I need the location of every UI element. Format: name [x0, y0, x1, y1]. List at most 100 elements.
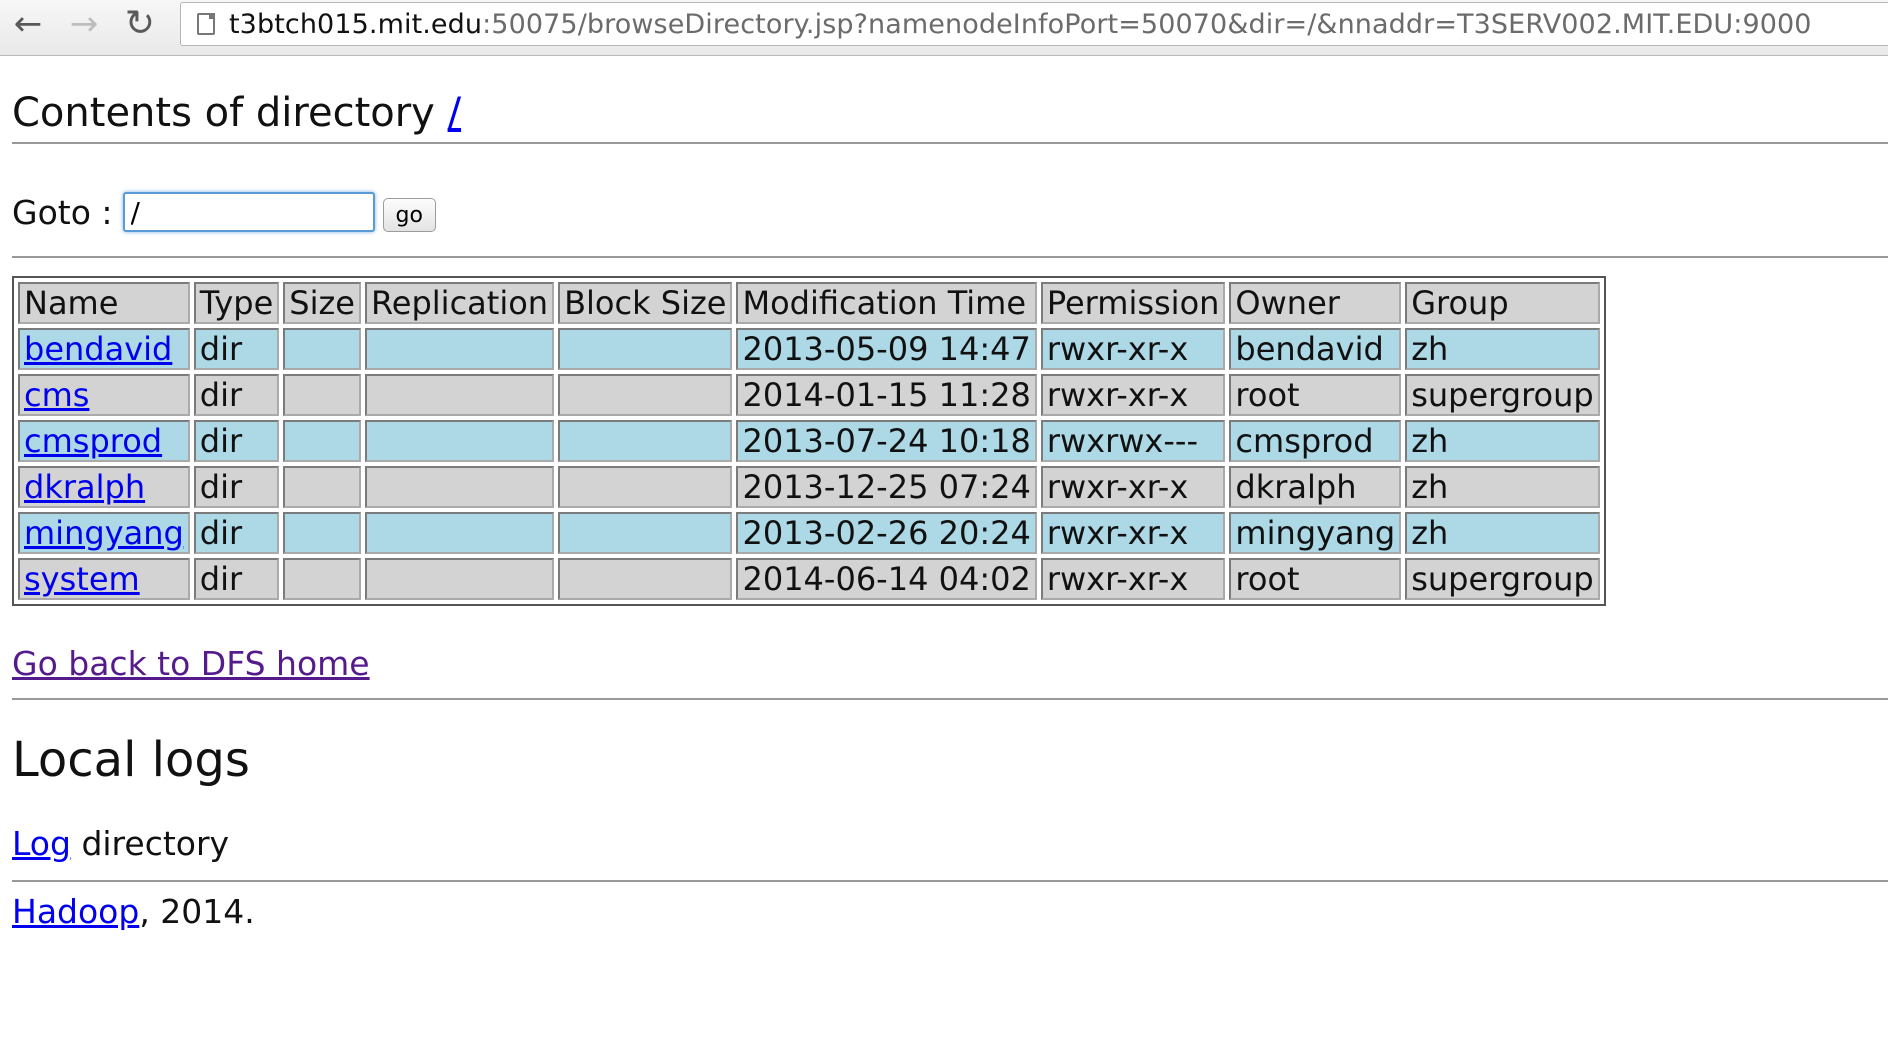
url-host: t3btch015.mit.edu: [229, 8, 483, 40]
divider: [12, 142, 1888, 144]
cell-group: zh: [1405, 466, 1600, 508]
cell-permission: rwxr-xr-x: [1040, 558, 1226, 600]
cell-type: dir: [193, 558, 280, 600]
dfs-home-link[interactable]: Go back to DFS home: [12, 644, 370, 683]
cell-group: zh: [1405, 512, 1600, 554]
cell-block-size: [558, 466, 733, 508]
cell-block-size: [558, 374, 733, 416]
cell-group: supergroup: [1405, 374, 1600, 416]
table-row: system dir 2014-06-14 04:02 rwxr-xr-x ro…: [18, 558, 1600, 600]
cell-type: dir: [193, 420, 280, 462]
cell-group: zh: [1405, 328, 1600, 370]
goto-input[interactable]: [122, 192, 375, 232]
cell-permission: rwxr-xr-x: [1040, 328, 1226, 370]
column-header-type: Type: [193, 282, 280, 324]
cell-block-size: [558, 558, 733, 600]
cell-type: dir: [193, 328, 280, 370]
cell-modification-time: 2014-06-14 04:02: [736, 558, 1037, 600]
cell-group: supergroup: [1405, 558, 1600, 600]
local-logs-heading: Local logs: [12, 732, 250, 788]
divider: [12, 256, 1888, 258]
cell-owner: root: [1229, 558, 1402, 600]
hadoop-link[interactable]: Hadoop: [12, 892, 139, 931]
back-arrow-icon[interactable]: ←: [8, 4, 48, 44]
table-row: bendavid dir 2013-05-09 14:47 rwxr-xr-x …: [18, 328, 1600, 370]
cell-modification-time: 2013-05-09 14:47: [736, 328, 1037, 370]
cell-modification-time: 2014-01-15 11:28: [736, 374, 1037, 416]
table-row: cmsprod dir 2013-07-24 10:18 rwxrwx--- c…: [18, 420, 1600, 462]
column-header-name: Name: [18, 282, 190, 324]
page-icon: [197, 13, 215, 35]
root-dir-link[interactable]: /: [448, 90, 461, 136]
cell-size: [283, 374, 361, 416]
cell-name: dkralph: [18, 466, 190, 508]
table-row: dkralph dir 2013-12-25 07:24 rwxr-xr-x d…: [18, 466, 1600, 508]
table-row: cms dir 2014-01-15 11:28 rwxr-xr-x root …: [18, 374, 1600, 416]
goto-label: Goto :: [12, 192, 113, 232]
log-line: Log directory: [12, 824, 229, 863]
cell-modification-time: 2013-07-24 10:18: [736, 420, 1037, 462]
column-header-permission: Permission: [1040, 282, 1226, 324]
cell-permission: rwxrwx---: [1040, 420, 1226, 462]
page-title: Contents of directory /: [12, 90, 461, 136]
dir-link[interactable]: mingyang: [24, 514, 184, 552]
divider: [12, 698, 1888, 700]
cell-group: zh: [1405, 420, 1600, 462]
cell-owner: dkralph: [1229, 466, 1402, 508]
cell-type: dir: [193, 512, 280, 554]
title-prefix: Contents of directory: [12, 90, 435, 136]
url-path: :50075/browseDirectory.jsp?namenodeInfoP…: [482, 8, 1812, 40]
dir-link[interactable]: cmsprod: [24, 422, 162, 460]
table-header-row: Name Type Size Replication Block Size Mo…: [18, 282, 1600, 324]
cell-block-size: [558, 328, 733, 370]
cell-owner: cmsprod: [1229, 420, 1402, 462]
cell-permission: rwxr-xr-x: [1040, 374, 1226, 416]
go-button[interactable]: go: [382, 198, 436, 232]
cell-size: [283, 512, 361, 554]
cell-permission: rwxr-xr-x: [1040, 512, 1226, 554]
cell-owner: bendavid: [1229, 328, 1402, 370]
goto-form: Goto : go: [12, 192, 436, 232]
dir-link[interactable]: cms: [24, 376, 89, 414]
cell-replication: [364, 558, 555, 600]
cell-replication: [364, 328, 555, 370]
divider: [12, 880, 1888, 882]
footer-suffix: , 2014.: [139, 892, 255, 931]
footer: Hadoop, 2014.: [12, 892, 255, 931]
dir-link[interactable]: dkralph: [24, 468, 145, 506]
cell-size: [283, 558, 361, 600]
directory-table: Name Type Size Replication Block Size Mo…: [12, 276, 1606, 606]
address-bar[interactable]: t3btch015.mit.edu:50075/browseDirectory.…: [180, 2, 1888, 46]
column-header-size: Size: [283, 282, 361, 324]
dir-link[interactable]: bendavid: [24, 330, 172, 368]
cell-type: dir: [193, 466, 280, 508]
url-text: t3btch015.mit.edu:50075/browseDirectory.…: [229, 9, 1812, 40]
cell-owner: root: [1229, 374, 1402, 416]
cell-block-size: [558, 512, 733, 554]
cell-permission: rwxr-xr-x: [1040, 466, 1226, 508]
column-header-group: Group: [1405, 282, 1600, 324]
cell-name: cmsprod: [18, 420, 190, 462]
dir-link[interactable]: system: [24, 560, 140, 598]
cell-size: [283, 466, 361, 508]
cell-modification-time: 2013-02-26 20:24: [736, 512, 1037, 554]
cell-owner: mingyang: [1229, 512, 1402, 554]
table-row: mingyang dir 2013-02-26 20:24 rwxr-xr-x …: [18, 512, 1600, 554]
cell-name: bendavid: [18, 328, 190, 370]
cell-block-size: [558, 420, 733, 462]
cell-size: [283, 328, 361, 370]
cell-name: system: [18, 558, 190, 600]
column-header-owner: Owner: [1229, 282, 1402, 324]
cell-type: dir: [193, 374, 280, 416]
cell-replication: [364, 512, 555, 554]
cell-name: mingyang: [18, 512, 190, 554]
forward-arrow-icon[interactable]: →: [64, 4, 104, 44]
cell-replication: [364, 466, 555, 508]
browser-toolbar: ← → ↻ t3btch015.mit.edu:50075/browseDire…: [0, 0, 1888, 56]
log-suffix: directory: [70, 824, 230, 863]
reload-icon[interactable]: ↻: [120, 4, 160, 44]
cell-size: [283, 420, 361, 462]
cell-replication: [364, 374, 555, 416]
column-header-replication: Replication: [364, 282, 555, 324]
log-link[interactable]: Log: [12, 824, 71, 863]
